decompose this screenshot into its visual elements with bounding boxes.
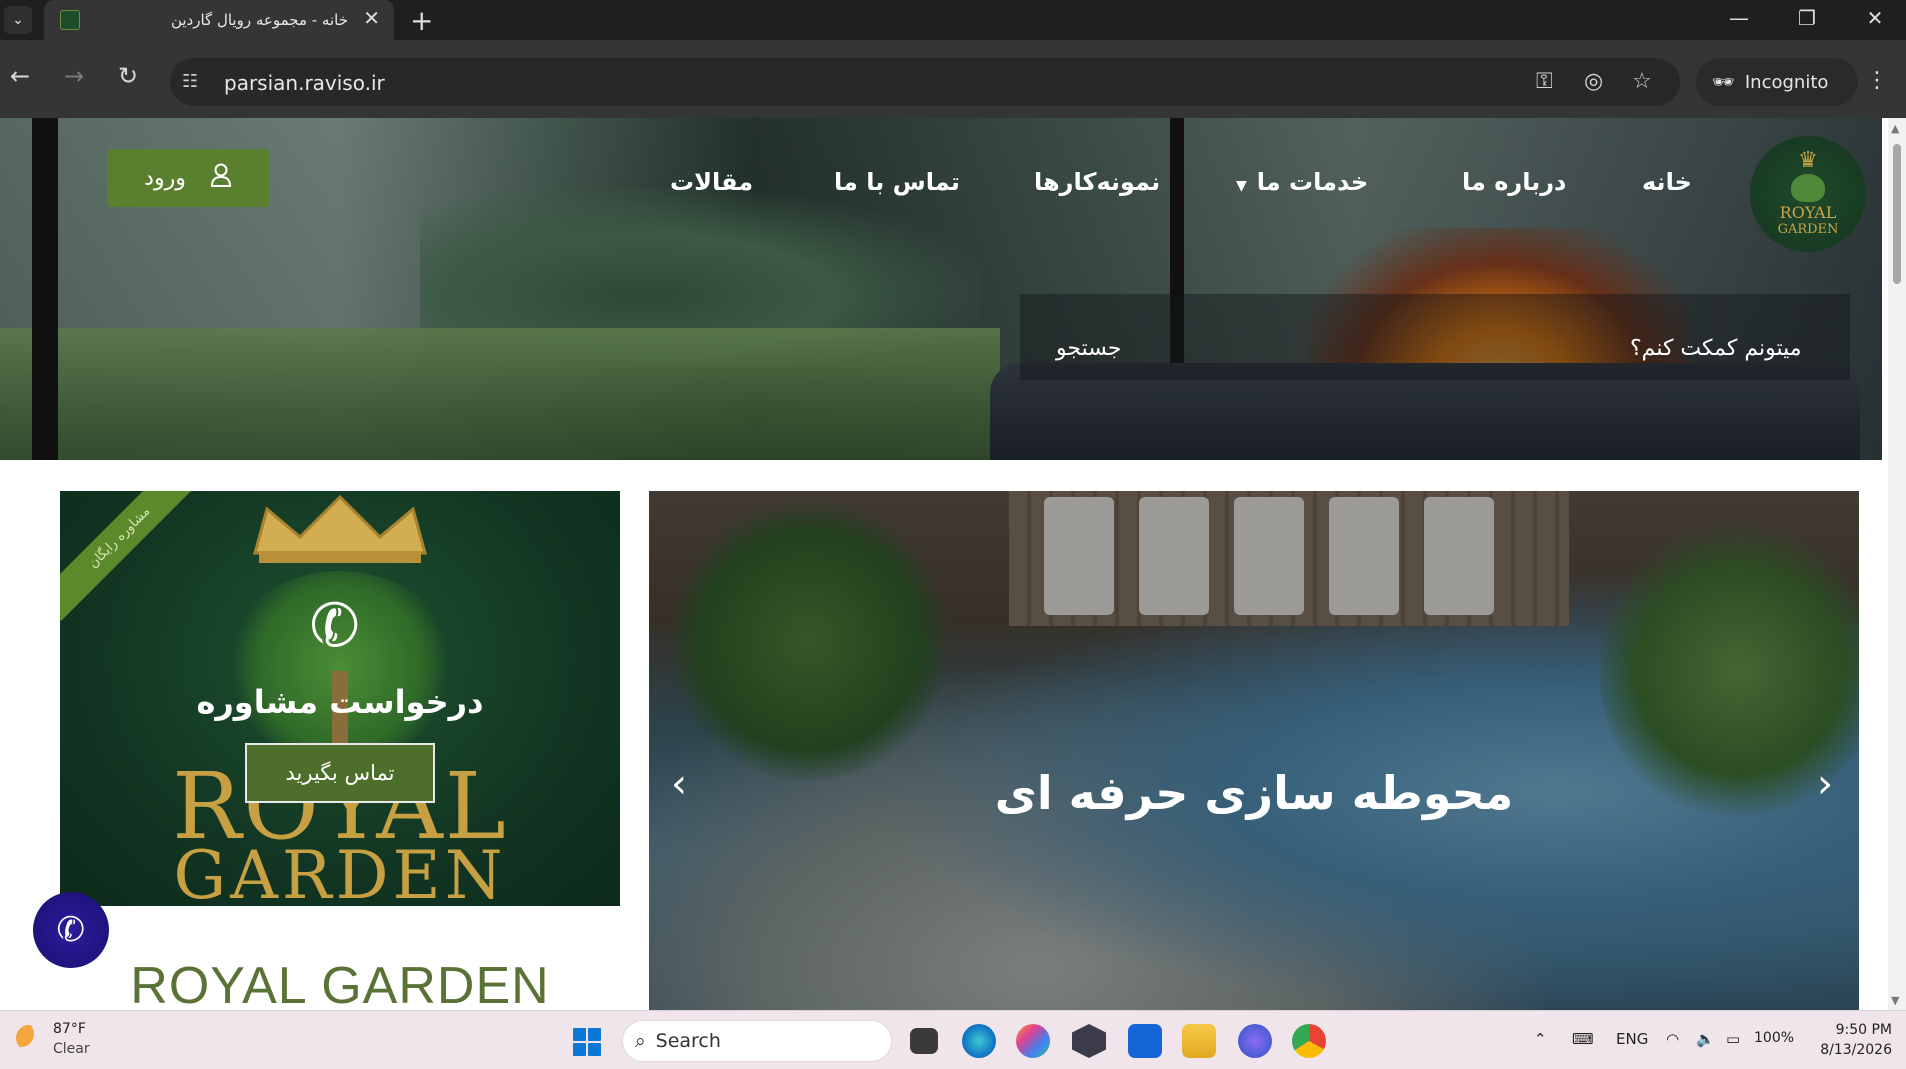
logo-text-garden: GARDEN — [1777, 222, 1839, 237]
incognito-icon: 🕶 — [1712, 71, 1735, 93]
language-indicator[interactable]: ENG — [1616, 1030, 1648, 1048]
bookmark-star-icon[interactable]: ☆ — [1632, 69, 1652, 94]
battery-icon[interactable]: ▭ — [1726, 1030, 1740, 1048]
hero-grass-image — [0, 328, 1000, 460]
crown-icon: ♛ — [1798, 148, 1818, 173]
volume-icon[interactable]: 🔈 — [1696, 1030, 1715, 1048]
new-tab-button[interactable]: + — [410, 4, 433, 37]
consult-title: درخواست مشاوره — [196, 683, 484, 721]
login-button[interactable]: ورود — [107, 149, 269, 207]
url-text[interactable]: parsian.raviso.ir — [224, 71, 385, 95]
free-consult-ribbon: مشاوره رایگان — [60, 491, 203, 621]
logo-text-royal: ROYAL — [1779, 203, 1837, 222]
battery-percent[interactable]: 100% — [1754, 1030, 1794, 1046]
scroll-down-arrow-icon[interactable]: ▼ — [1891, 994, 1899, 1007]
tree-icon — [1791, 174, 1825, 202]
system-clock[interactable]: 9:50 PM 8/13/2026 — [1800, 1020, 1892, 1060]
brand-heading: ROYAL GARDEN — [130, 957, 550, 1010]
address-bar[interactable]: ☷ parsian.raviso.ir ⚿ ◎ ☆ — [170, 58, 1680, 106]
tab-close-icon[interactable]: ✕ — [363, 8, 380, 28]
wifi-icon[interactable]: ◠ — [1666, 1030, 1679, 1048]
hero-slider: محوطه سازی حرفه ای ‹ › — [649, 491, 1859, 1010]
gold-crown-icon — [253, 494, 427, 563]
site-logo[interactable]: ♛ ROYAL GARDEN — [1750, 136, 1866, 252]
browser-toolbar: ← → ↻ ☷ parsian.raviso.ir ⚿ ◎ ☆ 🕶 Incogn… — [0, 40, 1906, 118]
chrome-icon[interactable] — [1292, 1024, 1326, 1058]
card-logo-garden: GARDEN — [173, 837, 507, 907]
moon-icon[interactable] — [16, 1025, 42, 1051]
clock-time: 9:50 PM — [1835, 1022, 1892, 1038]
nav-services[interactable]: خدمات ما ▼ — [1236, 168, 1368, 196]
app-hexagon-icon[interactable] — [1072, 1024, 1106, 1058]
call-us-button[interactable]: تماس بگیرید — [245, 743, 435, 803]
active-tab[interactable]: خانه - مجموعه رویال گاردین ✕ — [44, 0, 394, 40]
taskbar-search[interactable]: ⌕ Search — [622, 1020, 892, 1062]
scroll-up-arrow-icon[interactable]: ▲ — [1891, 122, 1899, 135]
incognito-label: Incognito — [1744, 71, 1829, 93]
reload-icon[interactable]: ↻ — [118, 64, 138, 88]
eye-off-icon[interactable]: ◎ — [1584, 69, 1603, 94]
nav-about[interactable]: درباره ما — [1462, 168, 1566, 196]
window-close-icon[interactable]: ✕ — [1852, 6, 1898, 30]
site-favicon-icon — [60, 10, 80, 30]
file-explorer-icon[interactable] — [1182, 1024, 1216, 1058]
browser-menu-icon[interactable]: ⋮ — [1866, 68, 1888, 93]
task-view-icon[interactable] — [910, 1028, 938, 1054]
nav-articles[interactable]: مقالات — [670, 168, 753, 196]
slider-prev-arrow-icon[interactable]: ‹ — [671, 761, 687, 807]
consultation-card: مشاوره رایگان ✆ ROYAL GARDEN درخواست مشا… — [60, 491, 620, 906]
app-blue-icon[interactable] — [1128, 1024, 1162, 1058]
slider-next-arrow-icon[interactable]: › — [1817, 761, 1833, 807]
search-link[interactable]: جستجو — [1056, 336, 1121, 361]
nav-portfolio[interactable]: نمونه‌کارها — [1034, 168, 1160, 196]
scroll-thumb[interactable] — [1893, 144, 1901, 284]
edge-icon[interactable] — [962, 1024, 996, 1058]
tray-chevron-icon[interactable]: ⌃ — [1534, 1030, 1547, 1048]
incognito-indicator[interactable]: 🕶 Incognito — [1696, 58, 1858, 106]
keyboard-icon[interactable]: ⌨ — [1572, 1030, 1594, 1048]
web-page: ♛ ROYAL GARDEN خانه درباره ما خدمات ما▼ … — [0, 118, 1888, 1010]
forward-arrow-icon[interactable]: → — [64, 64, 84, 88]
clock-date: 8/13/2026 — [1820, 1042, 1892, 1058]
back-arrow-icon[interactable]: ← — [10, 64, 30, 88]
nav-services-label: خدمات ما — [1256, 168, 1369, 196]
weather-condition[interactable]: Clear — [53, 1041, 90, 1057]
slide-title: محوطه سازی حرفه ای — [994, 766, 1514, 820]
tab-bar: ⌄ خانه - مجموعه رویال گاردین ✕ + — ❐ ✕ — [0, 0, 1906, 40]
minimize-icon[interactable]: — — [1716, 6, 1762, 30]
weather-temperature[interactable]: 87°F — [53, 1021, 86, 1037]
nav-contact[interactable]: تماس با ما — [834, 168, 960, 196]
taskbar-search-label: Search — [655, 1030, 721, 1052]
windows-logo-icon — [573, 1028, 586, 1041]
slide-overlay — [649, 491, 1859, 1010]
phone-icon: ✆ — [53, 907, 89, 953]
window-frame — [32, 118, 58, 460]
site-settings-icon[interactable]: ☷ — [182, 71, 198, 92]
hero-header: ♛ ROYAL GARDEN خانه درباره ما خدمات ما▼ … — [0, 118, 1882, 460]
tab-search-chevron-icon[interactable]: ⌄ — [4, 6, 32, 34]
login-label: ورود — [144, 165, 186, 191]
page-scrollbar[interactable]: ▲ ▼ — [1888, 118, 1906, 1010]
password-key-icon[interactable]: ⚿ — [1536, 69, 1553, 94]
tab-title: خانه - مجموعه رویال گاردین — [170, 11, 348, 29]
restore-icon[interactable]: ❐ — [1784, 6, 1830, 30]
help-prompt[interactable]: میتونم کمکت کنم؟ — [1630, 336, 1802, 361]
copilot-icon[interactable] — [1016, 1024, 1050, 1058]
windows-taskbar: 87°F Clear ⌕ Search ⌃ ⌨ ENG ◠ 🔈 ▭ 100% 9… — [0, 1010, 1906, 1069]
dropdown-caret-icon: ▼ — [1236, 178, 1247, 194]
search-icon: ⌕ — [635, 1030, 646, 1052]
app-butterfly-icon[interactable] — [1238, 1024, 1272, 1058]
user-icon — [210, 163, 232, 193]
nav-home[interactable]: خانه — [1642, 168, 1692, 196]
start-button[interactable] — [573, 1028, 601, 1056]
